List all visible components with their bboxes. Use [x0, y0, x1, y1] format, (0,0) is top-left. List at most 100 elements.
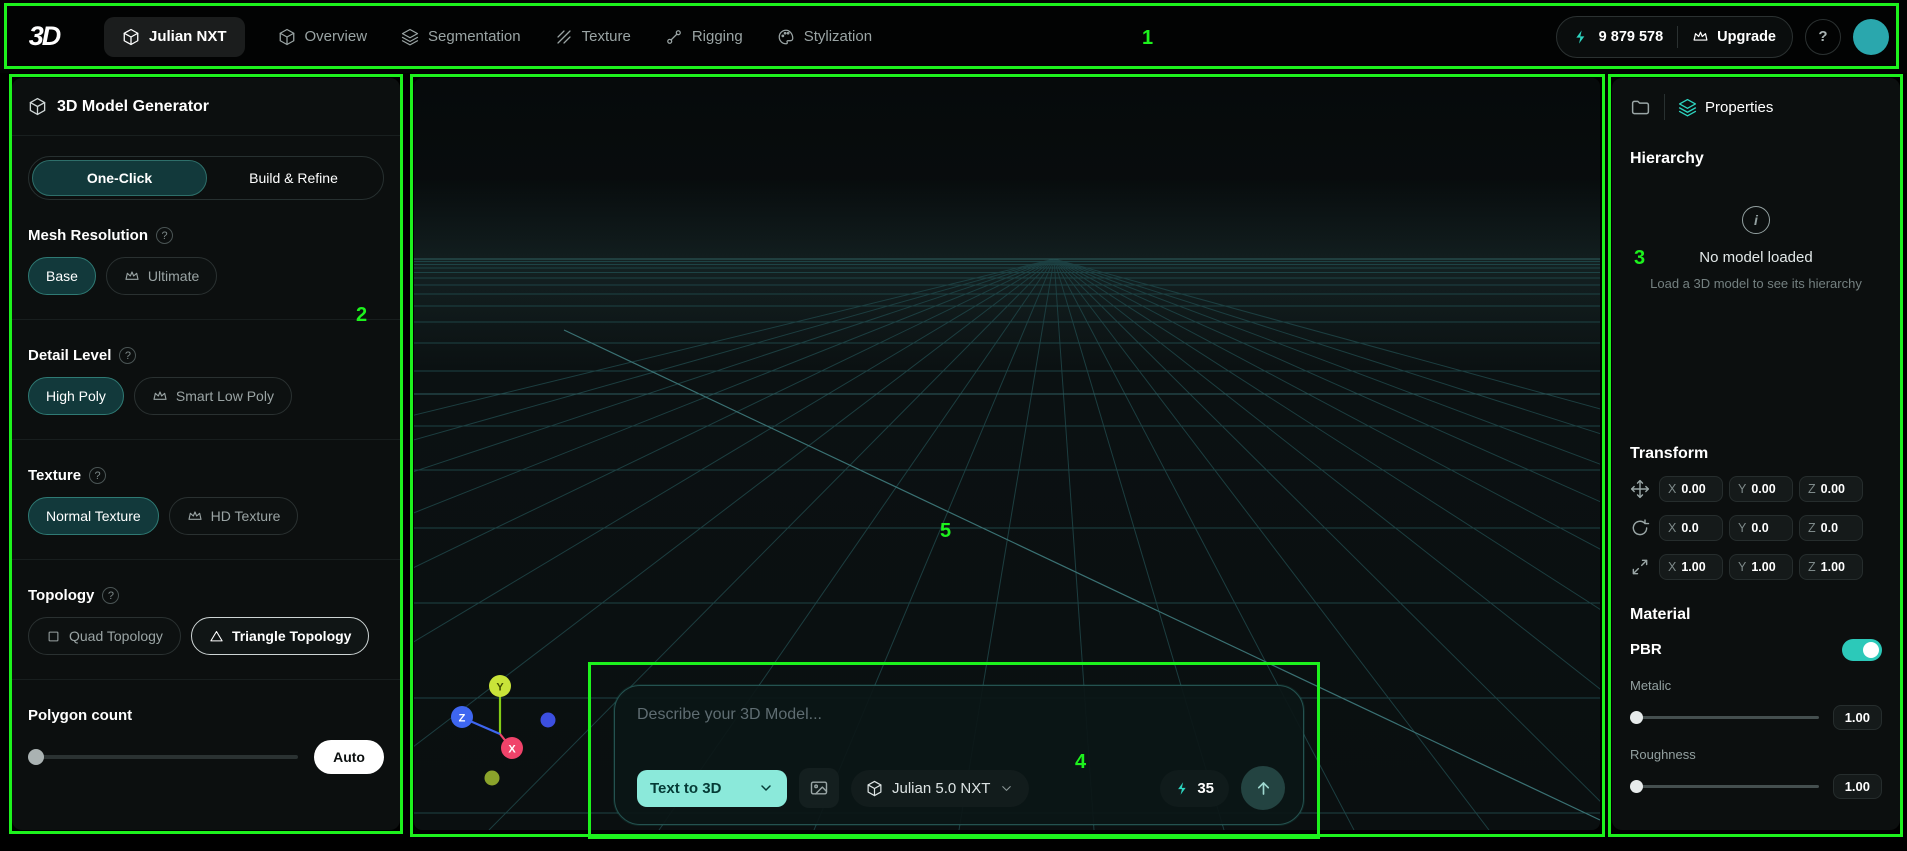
mesh-ultimate-button[interactable]: Ultimate [105, 257, 218, 295]
lightning-icon [1575, 29, 1584, 44]
hd-texture-button[interactable]: HD Texture [168, 497, 299, 535]
nav-item-overview[interactable]: Overview [261, 17, 385, 57]
rotate-icon [1632, 518, 1650, 535]
generator-panel-body: One-Click Build & Refine Mesh Resolution… [12, 136, 400, 790]
chevron-down-icon [761, 785, 771, 791]
section-title: Detail Level [28, 347, 112, 364]
axis-label: X [1668, 481, 1677, 496]
topology-options: Quad Topology Triangle Topology [28, 617, 384, 655]
axis-y-ball[interactable]: Y [489, 675, 511, 697]
axis-x-ball[interactable]: X [501, 737, 523, 759]
question-icon: ? [1818, 28, 1828, 45]
slider-knob[interactable] [1630, 779, 1643, 793]
axis-value: 0.00 [1820, 481, 1845, 496]
help-icon[interactable]: ? [102, 587, 120, 604]
axis-value: 0.0 [1751, 520, 1769, 535]
metalic-value[interactable]: 1.00 [1832, 704, 1882, 730]
app-logo[interactable]: 3D [18, 21, 70, 52]
slider-knob[interactable] [28, 749, 44, 765]
tab-build-refine[interactable]: Build & Refine [207, 160, 380, 196]
nav-item-stylization[interactable]: Stylization [760, 17, 889, 57]
pbr-row: PBR [1630, 638, 1882, 661]
axis-y-label: Y [496, 682, 504, 694]
cube-icon [29, 97, 46, 116]
nav-item-label: Julian NXT [149, 28, 227, 45]
nav-item-julian-nxt[interactable]: Julian NXT [104, 16, 245, 57]
mode-select[interactable]: Text to 3D [637, 769, 787, 807]
prompt-input[interactable] [637, 706, 1285, 724]
auto-label: Auto [333, 749, 365, 765]
axis-gizmo[interactable]: Y Z X [442, 670, 562, 790]
palette-icon [778, 29, 794, 44]
axis-value: 0.0 [1681, 520, 1699, 535]
translate-x-input[interactable]: X 0.00 [1659, 475, 1723, 502]
generate-button[interactable] [1241, 766, 1285, 810]
model-select[interactable]: Julian 5.0 NXT [851, 769, 1030, 807]
upgrade-label: Upgrade [1717, 28, 1776, 45]
polygon-count-slider[interactable] [28, 749, 299, 765]
section-title: Polygon count [28, 707, 133, 724]
triangle-icon [210, 630, 223, 641]
help-button[interactable]: ? [1805, 18, 1841, 55]
metalic-slider-row: 1.00 [1630, 704, 1882, 730]
roughness-slider[interactable] [1630, 779, 1819, 793]
rotate-z-input[interactable]: Z 0.0 [1799, 514, 1863, 541]
rotate-x-input[interactable]: X 0.0 [1659, 514, 1723, 541]
translate-y-input[interactable]: Y 0.00 [1729, 475, 1793, 502]
normal-texture-button[interactable]: Normal Texture [28, 497, 159, 535]
tab-properties[interactable]: Properties [1678, 98, 1773, 117]
user-avatar[interactable] [1853, 18, 1889, 55]
section-divider [12, 679, 400, 680]
empty-subtitle: Load a 3D model to see its hierarchy [1650, 276, 1862, 291]
prompt-controls: Text to 3D Julian 5.0 NXT 35 [637, 766, 1285, 810]
roughness-value[interactable]: 1.00 [1832, 773, 1882, 799]
help-icon[interactable]: ? [119, 347, 137, 364]
slider-knob[interactable] [1630, 710, 1643, 724]
hierarchy-empty-state: i No model loaded Load a 3D model to see… [1630, 206, 1882, 293]
triangle-topology-button[interactable]: Triangle Topology [190, 617, 370, 655]
lightning-icon [1178, 781, 1186, 795]
toggle-knob [1863, 641, 1879, 658]
mesh-base-button[interactable]: Base [28, 257, 96, 295]
axis-label: Z [1808, 520, 1816, 535]
nav-item-texture[interactable]: Texture [538, 17, 648, 57]
axis-z-ball[interactable]: Z [451, 706, 473, 728]
axis-neg-y-ball[interactable] [484, 770, 500, 786]
square-icon [48, 631, 59, 641]
scale-z-input[interactable]: Z 1.00 [1799, 553, 1863, 580]
quad-topology-button[interactable]: Quad Topology [28, 617, 181, 655]
axis-value: 0.0 [1820, 520, 1839, 535]
viewport-3d[interactable]: Y Z X Text to 3D [414, 78, 1600, 830]
generation-cost-pill: 35 [1160, 769, 1229, 807]
high-poly-button[interactable]: High Poly [28, 377, 124, 415]
pbr-toggle[interactable] [1842, 638, 1882, 661]
metalic-slider[interactable] [1630, 710, 1819, 724]
mode-select-value: Text to 3D [650, 779, 722, 797]
hierarchy-title: Hierarchy [1630, 150, 1704, 167]
option-label: Quad Topology [69, 628, 163, 644]
metalic-label: Metalic [1630, 677, 1672, 693]
scale-x-input[interactable]: X 1.00 [1659, 553, 1723, 580]
help-icon[interactable]: ? [89, 467, 107, 484]
scale-y-input[interactable]: Y 1.00 [1729, 553, 1793, 580]
pbr-label: PBR [1630, 641, 1662, 659]
crown-icon [1693, 31, 1708, 41]
nav-item-rigging[interactable]: Rigging [648, 17, 760, 57]
image-icon [810, 781, 828, 795]
translate-z-input[interactable]: Z 0.00 [1799, 475, 1863, 502]
tab-one-click[interactable]: One-Click [32, 160, 207, 196]
axis-neg-x-ball[interactable] [540, 712, 556, 728]
nav-item-segmentation[interactable]: Segmentation [384, 17, 538, 57]
help-icon[interactable]: ? [156, 227, 174, 244]
polygon-auto-button[interactable]: Auto [314, 740, 384, 774]
files-tab-button[interactable] [1630, 97, 1651, 118]
smart-low-poly-button[interactable]: Smart Low Poly [133, 377, 292, 415]
nav-item-label: Overview [304, 28, 368, 45]
upgrade-button[interactable]: Upgrade [1692, 28, 1776, 45]
translate-inputs: X 0.00 Y 0.00 Z 0.00 [1659, 475, 1863, 502]
pill-divider [1677, 25, 1679, 48]
axis-label: X [1668, 520, 1677, 535]
image-upload-button[interactable] [799, 768, 839, 808]
rotate-y-input[interactable]: Y 0.0 [1729, 514, 1793, 541]
tab-label: One-Click [86, 170, 153, 186]
